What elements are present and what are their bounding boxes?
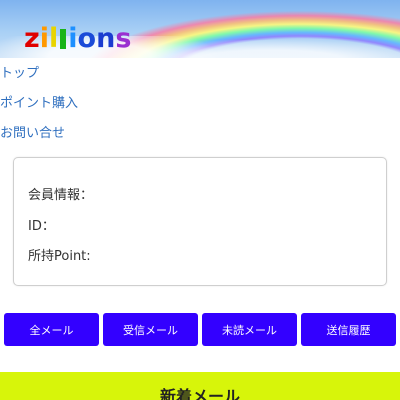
logo-letter xyxy=(60,29,67,49)
received-mail-button[interactable]: 受信メール xyxy=(103,313,198,346)
new-mail-section-header: 新着メール xyxy=(0,372,400,400)
main-nav: トップ ポイント購入 お問い合せ xyxy=(0,64,200,154)
zillions-logo[interactable]: z i l i o n s xyxy=(24,16,131,52)
all-mail-button[interactable]: 全メール xyxy=(4,313,99,346)
member-id-label: ID： xyxy=(28,219,55,234)
nav-link-top[interactable]: トップ xyxy=(0,64,200,94)
mail-filter-buttons: 全メール 受信メール 未読メール 送信履歴 xyxy=(4,313,396,346)
logo-letter: n xyxy=(96,23,116,54)
logo-letter: o xyxy=(77,23,97,54)
member-info-box: 会員情報： ID： 所持Point: xyxy=(13,157,387,286)
points-label: 所持Point: xyxy=(28,249,91,264)
header-banner: z i l i o n s xyxy=(0,0,400,58)
nav-link-buy-points[interactable]: ポイント購入 xyxy=(0,94,200,124)
member-info-label: 会員情報： xyxy=(28,188,94,203)
logo-letter: s xyxy=(115,23,132,54)
nav-link-contact[interactable]: お問い合せ xyxy=(0,124,200,154)
new-mail-title: 新着メール xyxy=(159,387,240,400)
unread-mail-button[interactable]: 未読メール xyxy=(202,313,297,346)
logo-letter: i xyxy=(39,23,49,54)
logo-letter: z xyxy=(24,23,40,54)
sent-history-button[interactable]: 送信履歴 xyxy=(301,313,396,346)
logo-letter: l xyxy=(48,23,59,54)
page: z i l i o n s トップ ポイント購入 お問い合せ 会員情報： ID：… xyxy=(0,0,400,400)
logo-letter: i xyxy=(68,23,78,54)
